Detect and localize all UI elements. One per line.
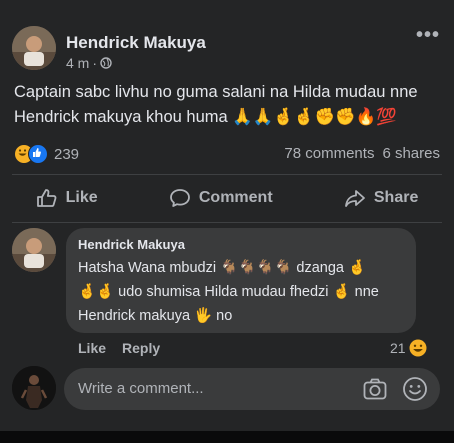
comment-line2-emoji: 🤞🤞: [78, 284, 115, 300]
commenter-avatar[interactable]: [12, 228, 56, 272]
post-time[interactable]: 4 m: [66, 55, 89, 71]
comment-line3-text: Hendrick makuya: [78, 308, 191, 324]
comment-line2-emoji2: 🤞: [332, 284, 351, 300]
comment-line2-text: udo shumisa Hilda mudau fhedzi: [118, 284, 329, 300]
share-arrow-icon: [344, 188, 366, 208]
post-meta: 4 m ·: [66, 55, 112, 71]
haha-reaction-icon: [409, 339, 427, 357]
post-author-name[interactable]: Hendrick Makuya: [66, 33, 206, 53]
comment-reaction-summary[interactable]: 21: [390, 339, 427, 357]
reactions-summary[interactable]: 239: [14, 144, 79, 164]
comment-bubble: Hendrick Makuya Hatsha Wana mbudzi 🐐🐐🐐🐐 …: [66, 228, 416, 333]
composer-icons: [362, 376, 428, 402]
emoji-smiley-icon[interactable]: [402, 376, 428, 402]
comment-line: Hatsha Wana mbudzi 🐐🐐🐐🐐 dzanga 🤞: [78, 256, 408, 280]
comment-line-3: Hendrick makuya 🖐 no: [78, 304, 408, 328]
post-card: Hendrick Makuya 4 m · ••• Captain sabc l…: [0, 0, 454, 431]
share-label: Share: [373, 189, 419, 206]
globe-icon: [100, 57, 112, 69]
share-button[interactable]: Share: [344, 188, 418, 208]
comment-line3-end: no: [216, 308, 233, 324]
comment-actions: Like Reply: [78, 340, 160, 356]
current-user-avatar: [12, 366, 56, 410]
comment-line2-end: nne: [354, 284, 379, 300]
comment-like-link[interactable]: Like: [78, 340, 106, 356]
comment-bubble-icon: [169, 188, 191, 208]
comment-line1-emoji: 🤞: [347, 260, 367, 276]
like-button[interactable]: Like: [36, 188, 98, 208]
like-label: Like: [65, 189, 98, 206]
comment-input[interactable]: Write a comment...: [64, 368, 440, 410]
comment-text: Hatsha Wana mbudzi 🐐🐐🐐🐐 dzanga 🤞 🤞🤞 udo …: [78, 256, 408, 328]
post-action-bar: Like Comment Share: [0, 178, 454, 218]
post-text-line-2: Hendrick makuya khou huma 🙏🙏🤞🤞✊✊🔥💯: [14, 105, 442, 130]
more-options-icon[interactable]: •••: [416, 25, 440, 45]
comment-line1-text: Hatsha Wana mbudzi: [78, 260, 217, 276]
reaction-count: 239: [54, 145, 80, 163]
post-text-line: Captain sabc livhu no guma salani na Hil…: [14, 83, 418, 101]
post-stats: 78 comments 6 shares: [284, 145, 440, 162]
comment-input-placeholder: Write a comment...: [78, 380, 204, 397]
like-reaction-icon: [28, 144, 48, 164]
goat-emojis: 🐐🐐🐐🐐: [220, 260, 293, 276]
post-emoji-sequence: 🙏🙏🤞🤞✊✊🔥💯: [232, 108, 397, 126]
comment-line-2: 🤞🤞 udo shumisa Hilda mudau fhedzi 🤞 nne: [78, 280, 408, 304]
bottom-edge: [0, 431, 454, 443]
author-avatar[interactable]: [12, 26, 56, 70]
comment-author-name[interactable]: Hendrick Makuya: [78, 237, 185, 252]
divider: [12, 222, 442, 223]
meta-separator: ·: [92, 55, 98, 71]
comment-label: Comment: [198, 189, 273, 206]
comment-reply-link[interactable]: Reply: [122, 340, 160, 356]
comments-count-link[interactable]: 78 comments: [284, 145, 374, 162]
comment-reaction-count: 21: [390, 340, 406, 356]
comment-line1-end: dzanga: [296, 260, 344, 276]
comment-line3-emoji: 🖐: [194, 308, 213, 324]
comment-button[interactable]: Comment: [169, 188, 273, 208]
post-text: Captain sabc livhu no guma salani na Hil…: [14, 80, 442, 130]
camera-icon[interactable]: [362, 376, 388, 402]
divider: [12, 174, 442, 175]
post-text-line2-text: Hendrick makuya khou huma: [14, 108, 228, 126]
shares-count-link[interactable]: 6 shares: [382, 145, 440, 162]
thumbs-up-icon: [36, 188, 58, 208]
